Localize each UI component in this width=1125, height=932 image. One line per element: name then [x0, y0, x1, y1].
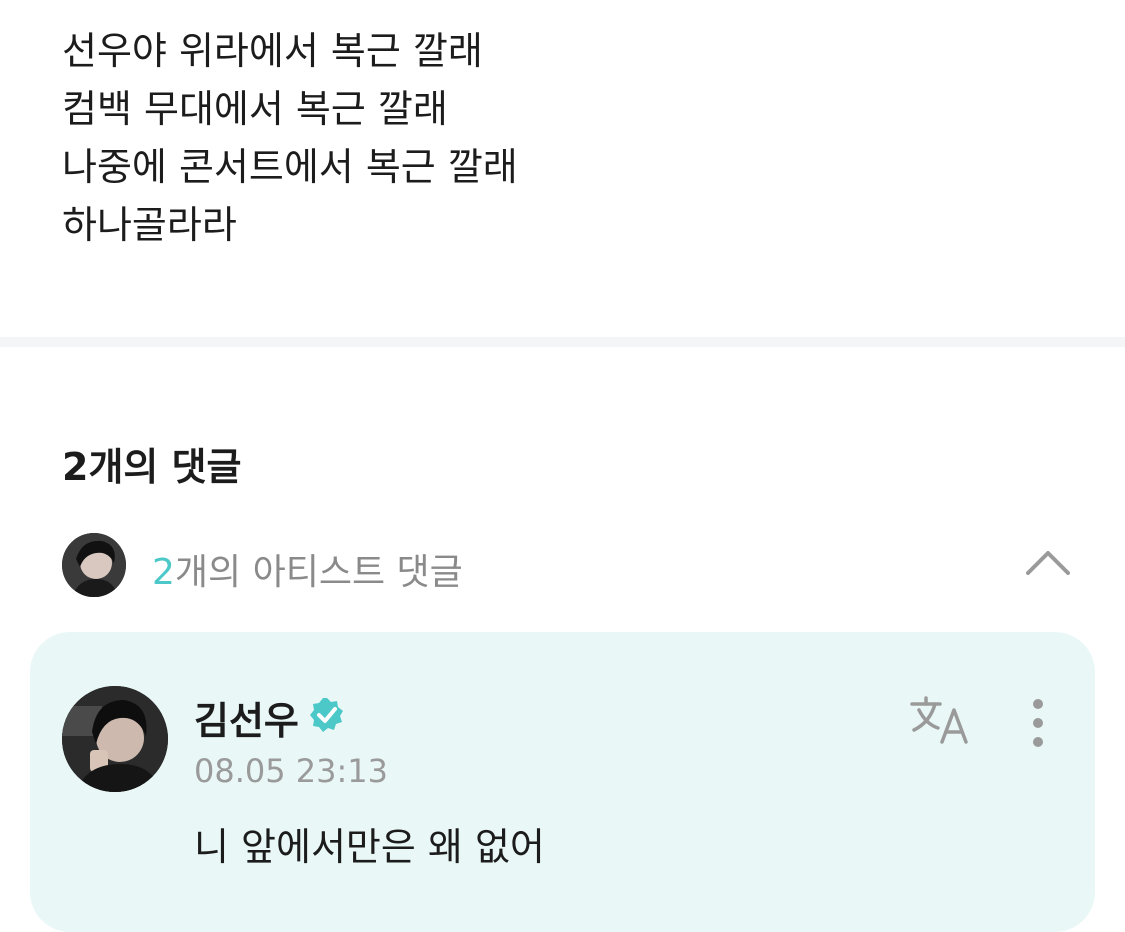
post-line: 컴백 무대에서 복근 깔래 — [62, 87, 448, 131]
post-line: 선우야 위라에서 복근 깔래 — [62, 29, 483, 73]
chevron-up-icon[interactable] — [1024, 547, 1072, 577]
section-divider — [0, 337, 1125, 347]
comment-text: 니 앞에서만은 왜 없어 — [194, 825, 545, 869]
artist-comment-text: 개의 아티스트 댓글 — [174, 552, 463, 593]
post-body: 선우야 위라에서 복근 깔래 컴백 무대에서 복근 깔래 나중에 콘서트에서 복… — [62, 22, 518, 254]
post-line: 하나골라라 — [62, 203, 237, 247]
artist-comments-label: 2개의 아티스트 댓글 — [152, 543, 463, 595]
artist-comment-count: 2 — [152, 552, 175, 593]
artist-comment-card: 김선우 08.05 23:13 니 앞에서만은 왜 없어 — [30, 632, 1095, 932]
verified-badge-icon — [308, 696, 346, 734]
comment-author-avatar[interactable] — [62, 686, 168, 792]
comments-title: 2개의 댓글 — [62, 445, 242, 489]
post-line: 나중에 콘서트에서 복근 깔래 — [62, 145, 518, 189]
artist-avatar — [62, 533, 126, 597]
translate-icon[interactable] — [910, 696, 972, 744]
comment-timestamp: 08.05 23:13 — [194, 752, 388, 790]
comment-author-name[interactable]: 김선우 — [194, 690, 299, 745]
artist-comments-toggle[interactable]: 2개의 아티스트 댓글 — [62, 533, 1072, 597]
more-vertical-icon[interactable] — [1026, 698, 1050, 748]
